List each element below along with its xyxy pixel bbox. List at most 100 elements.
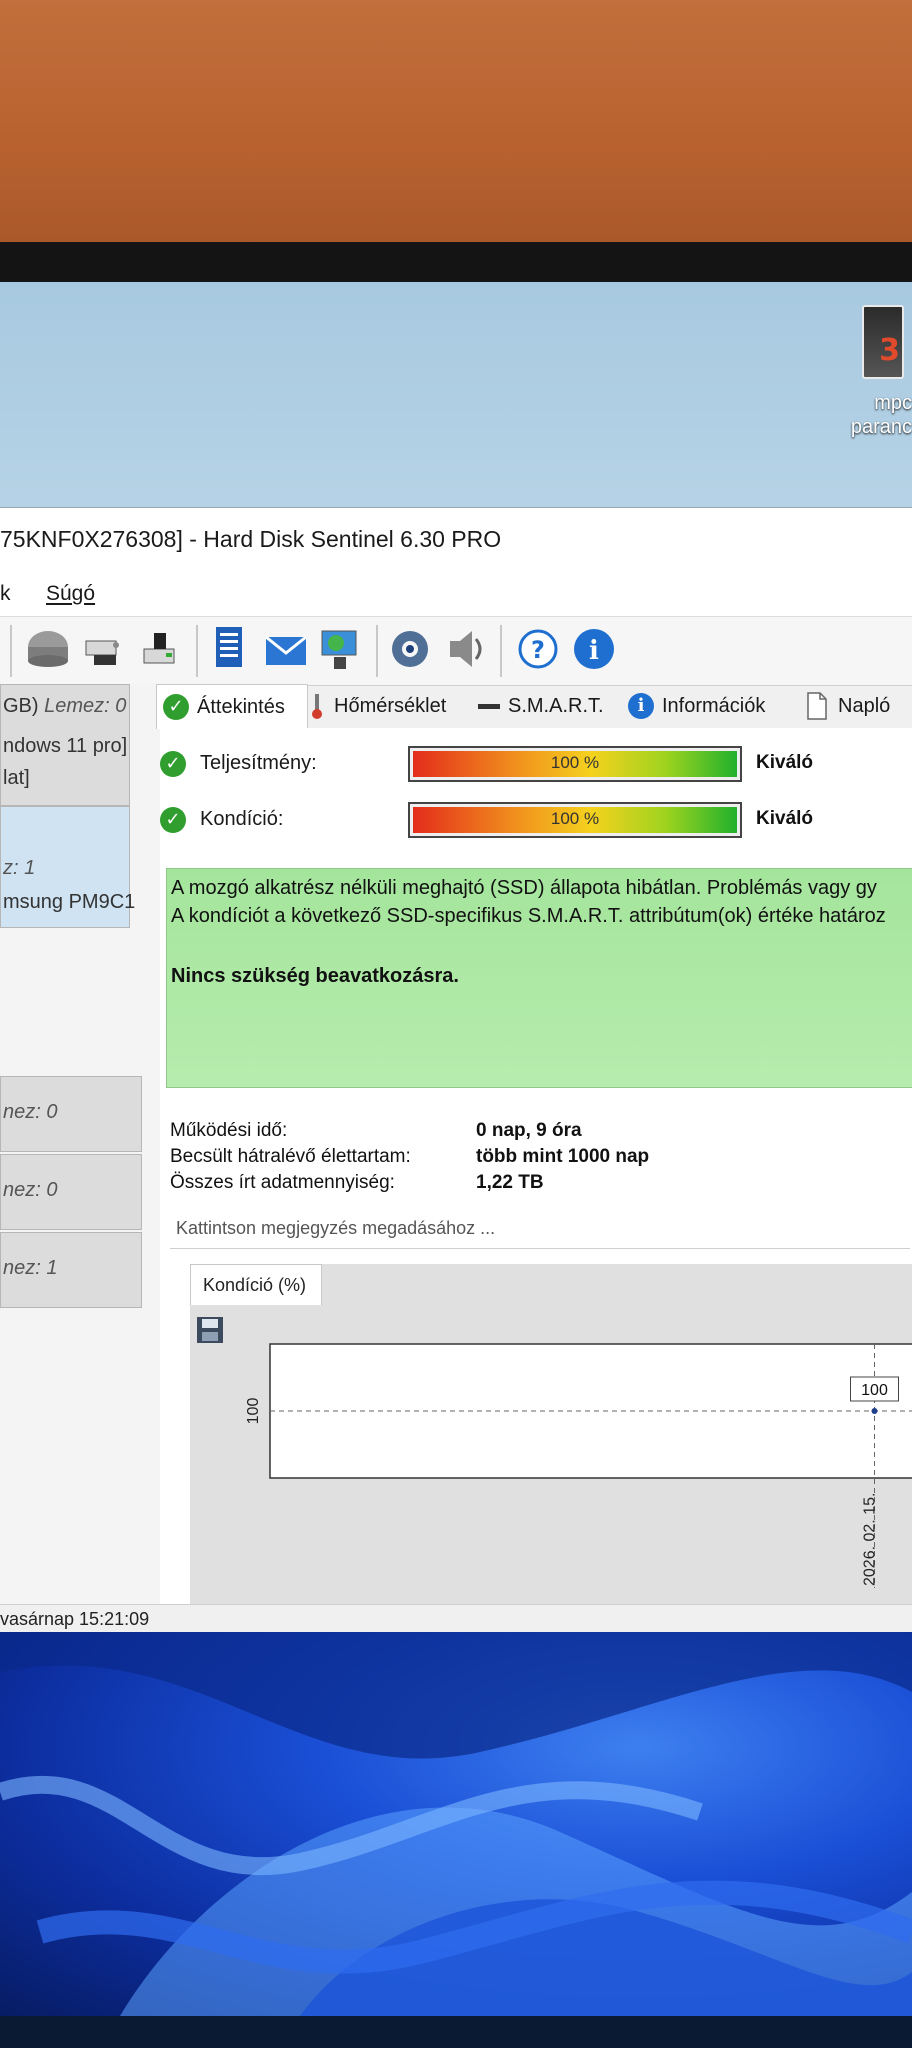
chart-data-point [871, 1408, 878, 1414]
tab-label: Információk [662, 694, 766, 717]
health-row: ✓ Kondíció: 100 % Kiváló [160, 800, 912, 840]
tab-label: Áttekintés [197, 695, 285, 718]
menu-item-k[interactable]: k [0, 582, 11, 606]
tab-label: S.M.A.R.T. [508, 694, 604, 717]
status-line: A kondíciót a következő SSD-specifikus S… [171, 905, 886, 927]
health-label: Kondíció: [200, 808, 284, 830]
note-placeholder: Kattintson megjegyzés megadásához ... [176, 1218, 496, 1238]
network-monitor-icon[interactable] [316, 623, 364, 675]
disk-index: Lemez: 0 [44, 695, 127, 717]
toolbar-separator [376, 625, 378, 677]
toolbar: ? i [0, 616, 912, 686]
thermometer-icon [312, 694, 322, 719]
window-title: 75KNF0X276308] - Hard Disk Sentinel 6.30… [0, 526, 502, 552]
tab-overview[interactable]: ✓ Áttekintés [156, 684, 308, 729]
disk-list-item[interactable]: nez: 0 [0, 1154, 142, 1230]
svg-text:i: i [589, 636, 599, 666]
health-value: 100 % [550, 809, 600, 828]
disk-model: msung PM9C1 [3, 891, 136, 913]
tab-log[interactable]: Napló [806, 684, 890, 728]
performance-label: Teljesítmény: [200, 752, 317, 774]
disk-index: z: 1 [3, 857, 36, 879]
detail-value: több mint 1000 nap [476, 1146, 650, 1167]
status-message-box: A mozgó alkatrész nélküli meghajtó (SSD)… [166, 868, 912, 1088]
tab-temperature[interactable]: Hőmérséklet [310, 684, 446, 728]
detail-row: Összes írt adatmennyiség: 1,22 TB [170, 1172, 910, 1196]
menu-bar: k Súgó [0, 576, 912, 616]
tab-label: Napló [838, 694, 891, 717]
overview-panel: ✓ Teljesítmény: 100 % Kiváló ✓ Kondíció:… [160, 728, 912, 1609]
disk-icon[interactable] [24, 623, 72, 675]
health-grade: Kiváló [756, 808, 814, 829]
email-icon[interactable] [262, 623, 310, 675]
settings-gear-icon[interactable] [386, 623, 434, 675]
info-icon: i [628, 693, 654, 719]
drive-usb-icon[interactable] [136, 623, 184, 675]
menu-item-help[interactable]: Súgó [46, 582, 95, 606]
chart-plot-area [269, 1343, 912, 1479]
note-field[interactable]: Kattintson megjegyzés megadásához ... [170, 1212, 910, 1249]
desktop-shortcut-label: mpc paranc [850, 392, 912, 438]
detail-value: 0 nap, 9 óra [476, 1120, 582, 1141]
disk-index: nez: 1 [3, 1257, 58, 1279]
chart-title: Kondíció (%) [203, 1275, 307, 1295]
disk-list-item-selected[interactable]: z: 1 msung PM9C1 [0, 806, 135, 928]
film-clapper-shortcut-icon: 3 [862, 305, 904, 379]
detail-key: Becsült hátralévő élettartam: [170, 1146, 411, 1167]
tab-label: Hőmérséklet [334, 694, 447, 717]
detail-row: Működési idő: 0 nap, 9 óra [170, 1120, 910, 1144]
taskbar [0, 2016, 912, 2048]
disk-list-item[interactable]: nez: 0 [0, 1076, 142, 1152]
toolbar-separator [10, 625, 12, 677]
detail-row: Becsült hátralévő élettartam: több mint … [170, 1146, 910, 1170]
chart-tab-health[interactable]: Kondíció (%) [190, 1264, 322, 1305]
disk-capacity: GB) [3, 695, 39, 717]
wall-background [0, 0, 912, 250]
monitor-bezel [0, 242, 912, 282]
status-bar: vasárnap 15:21:09 [0, 1604, 912, 1634]
toolbar-separator [500, 625, 502, 677]
document-icon [807, 692, 827, 720]
disk-index: nez: 0 [3, 1179, 58, 1201]
help-icon[interactable]: ? [514, 623, 562, 675]
tab-smart[interactable]: S.M.A.R.T. [478, 684, 604, 728]
status-line: A mozgó alkatrész nélküli meghajtó (SSD)… [171, 877, 877, 899]
status-action: Nincs szükség beavatkozásra. [171, 965, 459, 987]
disk-list-sidebar: GB) Lemez: 0 ndows 11 pro] lat] z: 1 msu… [0, 684, 161, 1604]
smart-bar-icon [478, 704, 500, 709]
desktop-background [0, 282, 912, 512]
check-icon: ✓ [163, 694, 189, 720]
info-icon[interactable]: i [570, 623, 618, 675]
performance-bar: 100 % [408, 746, 742, 782]
detail-value: 1,22 TB [476, 1172, 544, 1193]
desktop-shortcut-mpc[interactable]: 3 mpc paranc [842, 305, 912, 445]
check-icon: ✓ [160, 807, 186, 833]
tab-bar: ✓ Áttekintés Hőmérséklet S.M.A.R.T. i In… [156, 684, 912, 729]
app-window: 75KNF0X276308] - Hard Disk Sentinel 6.30… [0, 507, 912, 1634]
chart-x-tick-label: 2026. 02. 15. [862, 1493, 879, 1586]
health-bar: 100 % [408, 802, 742, 838]
disk-partition: lat] [3, 767, 30, 789]
title-bar: 75KNF0X276308] - Hard Disk Sentinel 6.30… [0, 508, 912, 576]
chart-y-tick-label: 100 [245, 1398, 262, 1425]
disk-list-item[interactable]: nez: 1 [0, 1232, 142, 1308]
performance-value: 100 % [550, 753, 600, 772]
chart-data-label: 100 [861, 1382, 888, 1399]
main-content: ✓ Áttekintés Hőmérséklet S.M.A.R.T. i In… [156, 684, 912, 1609]
health-chart: 100 100 2026. 02. 15. [245, 1343, 912, 1588]
performance-grade: Kiváló [756, 752, 814, 773]
desktop-wallpaper [0, 1632, 912, 2016]
performance-row: ✓ Teljesítmény: 100 % Kiváló [160, 744, 912, 784]
drive-network-icon[interactable] [80, 623, 128, 675]
toolbar-separator [196, 625, 198, 677]
svg-text:?: ? [531, 636, 545, 664]
disk-model: ndows 11 pro] [3, 735, 128, 757]
report-icon[interactable] [206, 623, 254, 675]
tab-information[interactable]: i Információk [628, 684, 765, 728]
detail-key: Működési idő: [170, 1120, 288, 1141]
health-history-chart-area: Kondíció (%) 100 100 2026. 02. 15. [190, 1264, 912, 1609]
disk-index: nez: 0 [3, 1101, 58, 1123]
sound-icon[interactable] [442, 623, 490, 675]
detail-key: Összes írt adatmennyiség: [170, 1172, 395, 1193]
disk-list-item[interactable]: GB) Lemez: 0 ndows 11 pro] lat] [0, 684, 130, 806]
